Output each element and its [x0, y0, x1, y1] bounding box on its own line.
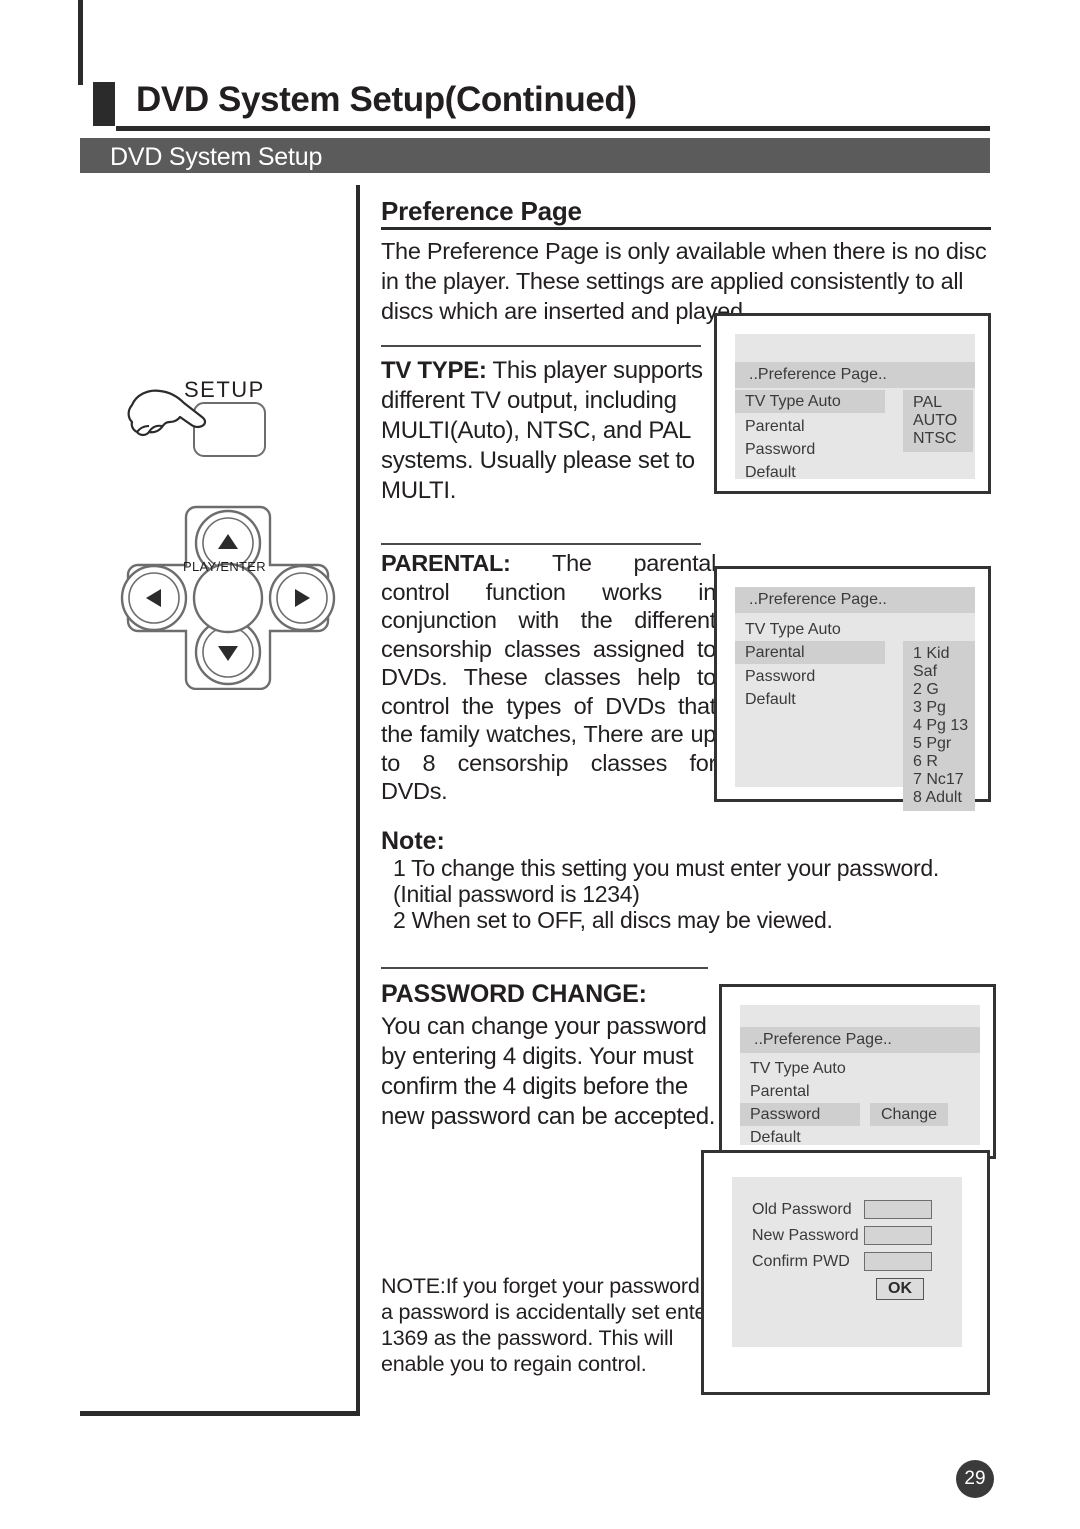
osd-item-tv-type[interactable]: TV Type Auto	[740, 1057, 860, 1080]
old-password-label: Old Password	[752, 1201, 852, 1218]
parental-body: The parental control function works in c…	[381, 550, 716, 804]
osd-item-parental[interactable]: Parental	[740, 1080, 860, 1103]
osd-screenshot-password: ..Preference Page.. TV Type Auto Parenta…	[719, 984, 996, 1159]
osd-option-1[interactable]: 1 Kid Saf	[913, 645, 975, 681]
osd-title-parental: ..Preference Page..	[735, 587, 975, 613]
osd-item-tv-type[interactable]: TV Type Auto	[735, 390, 885, 413]
forgot-password-note: NOTE:If you forget your password or a pa…	[381, 1274, 725, 1376]
section-band-label: DVD System Setup	[110, 143, 323, 171]
osd-item-password[interactable]: Password	[740, 1103, 860, 1126]
confirm-password-field[interactable]	[864, 1252, 932, 1271]
playenter-button-label: PLAY/ENTER	[183, 559, 266, 574]
osd-title-tvtype: ..Preference Page..	[735, 362, 975, 388]
osd-item-default[interactable]: Default	[735, 461, 885, 484]
osd-option-ntsc[interactable]: NTSC	[913, 430, 973, 448]
note-item: 2 When set to OFF, all discs may be view…	[393, 907, 833, 933]
pointing-hand-icon	[127, 389, 207, 437]
osd-item-tv-type[interactable]: TV Type Auto	[735, 618, 885, 641]
osd-option-6[interactable]: 6 R	[913, 753, 975, 771]
osd-option-8[interactable]: 8 Adult	[913, 789, 975, 807]
new-password-field[interactable]	[864, 1226, 932, 1245]
column-divider	[356, 185, 360, 1413]
note-heading: Note:	[381, 827, 445, 855]
osd-option-3[interactable]: 3 Pg	[913, 699, 975, 717]
osd-item-default[interactable]: Default	[735, 688, 885, 711]
osd-screenshot-parental: ..Preference Page.. TV Type Auto Parenta…	[714, 566, 991, 811]
osd-parental-options[interactable]: 1 Kid Saf 2 G 3 Pg 4 Pg 13 5 Pgr 6 R 7 N…	[903, 641, 975, 811]
osd-option-auto[interactable]: AUTO	[913, 412, 973, 430]
header-bullet-marker	[93, 82, 115, 126]
osd-item-parental[interactable]: Parental	[735, 641, 885, 664]
preference-heading-rule	[381, 227, 991, 230]
osd-option-5[interactable]: 5 Pgr	[913, 735, 975, 753]
old-password-field[interactable]	[864, 1200, 932, 1219]
osd-item-password[interactable]: Password	[735, 438, 885, 461]
note-list: 1 To change this setting you must enter …	[381, 855, 991, 933]
osd-option-7[interactable]: 7 Nc17	[913, 771, 975, 789]
page-number-badge: 29	[956, 1460, 994, 1498]
osd-option-pal[interactable]: PAL	[913, 394, 973, 412]
parental-section-rule	[381, 543, 701, 545]
note-item: (Initial password is 1234)	[393, 881, 640, 907]
osd-tvtype-options[interactable]: PAL AUTO NTSC	[903, 390, 973, 452]
page-frame-bottom-rule	[80, 1411, 360, 1416]
confirm-password-label: Confirm PWD	[752, 1253, 850, 1270]
osd-item-password[interactable]: Password	[735, 665, 885, 688]
password-section-rule	[381, 967, 708, 969]
osd-item-default[interactable]: Default	[740, 1126, 860, 1149]
osd-password-change-dialog: Old Password New Password Confirm PWD OK	[701, 1150, 990, 1395]
preference-page-heading: Preference Page	[381, 196, 582, 226]
page-frame-left-rule	[78, 0, 83, 85]
parental-term: PARENTAL:	[381, 550, 511, 576]
ok-button[interactable]: OK	[876, 1278, 924, 1300]
page-title: DVD System Setup(Continued)	[136, 80, 637, 119]
note-item: 1 To change this setting you must enter …	[393, 855, 939, 881]
osd-option-2[interactable]: 2 G	[913, 681, 975, 699]
password-change-paragraph: You can change your password by entering…	[381, 1013, 716, 1130]
password-change-heading: PASSWORD CHANGE:	[381, 980, 647, 1008]
tvtype-section-rule	[381, 345, 701, 347]
osd-option-4[interactable]: 4 Pg 13	[913, 717, 975, 735]
title-underline	[116, 126, 990, 131]
dpad-illustration	[118, 505, 338, 691]
osd-title-password: ..Preference Page..	[740, 1027, 980, 1053]
osd-change-button[interactable]: Change	[870, 1103, 948, 1126]
parental-paragraph: PARENTAL: The parental control function …	[381, 549, 716, 806]
tvtype-term: TV TYPE:	[381, 357, 487, 384]
osd-item-parental[interactable]: Parental	[735, 415, 885, 438]
tvtype-paragraph: TV TYPE: This player supports different …	[381, 356, 716, 506]
osd-screenshot-tvtype: ..Preference Page.. TV Type Auto Parenta…	[714, 313, 991, 494]
new-password-label: New Password	[752, 1227, 859, 1244]
